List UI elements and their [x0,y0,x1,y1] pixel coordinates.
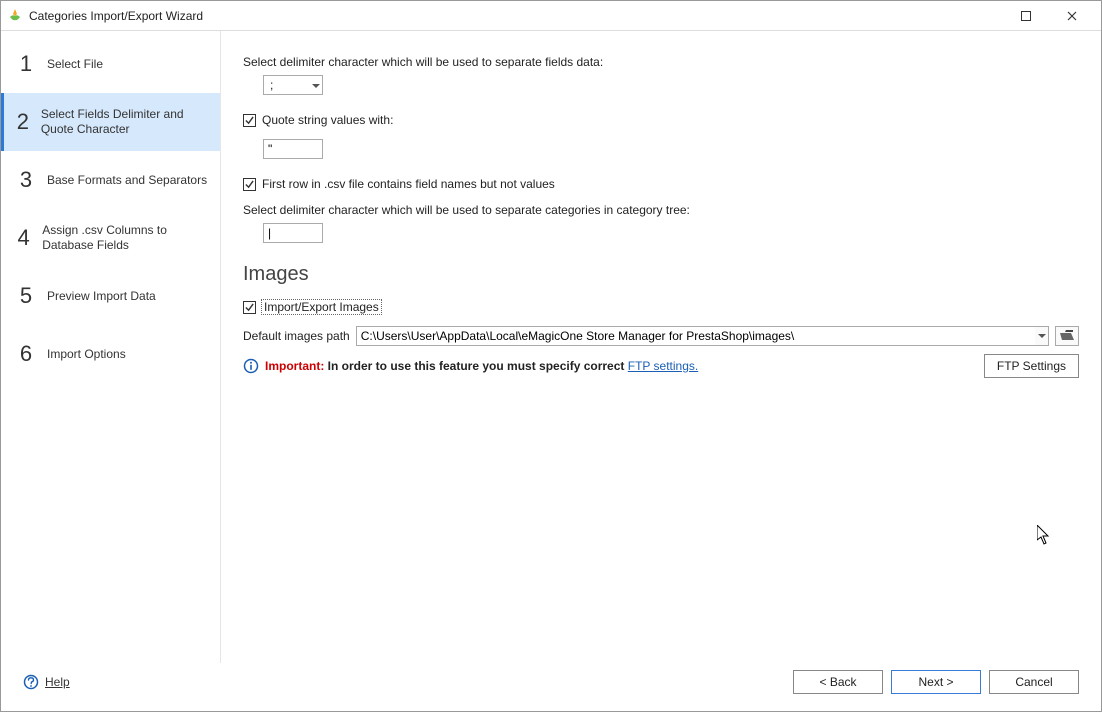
default-images-path-input[interactable] [356,326,1035,346]
next-button[interactable]: Next > [891,670,981,694]
field-delimiter-label: Select delimiter character which will be… [243,55,1079,69]
wizard-window: Categories Import/Export Wizard 1 Select… [0,0,1102,712]
app-icon [7,8,23,24]
category-delimiter-input[interactable] [263,223,323,243]
close-button[interactable] [1049,1,1095,31]
important-message: In order to use this feature you must sp… [324,359,627,373]
important-label: Important: [265,359,324,373]
default-images-path-label: Default images path [243,329,350,343]
window-controls [1003,1,1095,31]
browse-path-button[interactable] [1055,326,1079,346]
quote-values-checkbox[interactable] [243,114,256,127]
step-2[interactable]: 2 Select Fields Delimiter and Quote Char… [1,93,220,151]
step-6[interactable]: 6 Import Options [1,325,220,383]
step-4[interactable]: 4 Assign .csv Columns to Database Fields [1,209,220,267]
step-label: Import Options [47,347,126,362]
step-number: 1 [15,51,37,77]
back-button[interactable]: < Back [793,670,883,694]
step-number: 4 [15,225,32,251]
ftp-settings-button[interactable]: FTP Settings [984,354,1079,378]
help-link[interactable]: Help [23,674,70,690]
field-delimiter-value: ; [270,78,273,92]
titlebar: Categories Import/Export Wizard [1,1,1101,31]
category-delimiter-label: Select delimiter character which will be… [243,203,1079,217]
important-text: Important: In order to use this feature … [265,359,698,373]
import-export-images-checkbox[interactable] [243,301,256,314]
step-number: 3 [15,167,37,193]
step-1[interactable]: 1 Select File [1,35,220,93]
quote-char-input[interactable] [263,139,323,159]
step-number: 6 [15,341,37,367]
images-section-title: Images [243,263,1079,286]
window-title: Categories Import/Export Wizard [29,9,203,23]
wizard-content: Select delimiter character which will be… [221,31,1101,663]
quote-values-label: Quote string values with: [262,113,393,127]
wizard-sidebar: 1 Select File 2 Select Fields Delimiter … [1,31,221,663]
help-icon [23,674,39,690]
step-3[interactable]: 3 Base Formats and Separators [1,151,220,209]
first-row-names-checkbox[interactable] [243,178,256,191]
import-export-images-label: Import/Export Images [262,300,381,314]
step-label: Assign .csv Columns to Database Fields [42,223,210,253]
first-row-names-label: First row in .csv file contains field na… [262,177,555,191]
info-icon [243,358,259,374]
wizard-body: 1 Select File 2 Select Fields Delimiter … [1,31,1101,663]
folder-open-icon [1060,329,1074,344]
step-label: Select Fields Delimiter and Quote Charac… [41,107,210,137]
maximize-button[interactable] [1003,1,1049,31]
help-label: Help [45,675,70,689]
step-5[interactable]: 5 Preview Import Data [1,267,220,325]
step-label: Preview Import Data [47,289,156,304]
wizard-footer: Help < Back Next > Cancel [1,663,1101,711]
field-delimiter-select[interactable]: ; [263,75,323,95]
step-number: 5 [15,283,37,309]
step-label: Base Formats and Separators [47,173,207,188]
path-dropdown-button[interactable] [1035,326,1049,346]
ftp-settings-link[interactable]: FTP settings. [628,359,698,373]
step-number: 2 [15,109,31,135]
chevron-down-icon [312,78,320,92]
cursor-icon [1037,525,1051,545]
cancel-button[interactable]: Cancel [989,670,1079,694]
step-label: Select File [47,57,103,72]
